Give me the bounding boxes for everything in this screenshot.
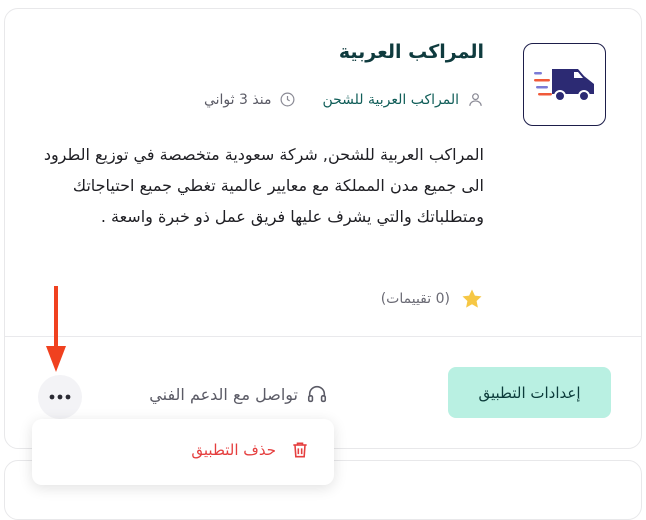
app-description: المراكب العربية للشحن, شركة سعودية متخصص… bbox=[43, 145, 484, 226]
clock-icon bbox=[279, 91, 296, 108]
support-label: تواصل مع الدعم الفني bbox=[149, 384, 298, 404]
app-rating: (0 تقييمات) bbox=[381, 287, 484, 311]
truck-logo-icon bbox=[533, 68, 594, 102]
headphones-icon bbox=[306, 383, 328, 405]
contact-support-link[interactable]: تواصل مع الدعم الفني bbox=[149, 383, 328, 405]
published-time: منذ 3 ثواني bbox=[203, 91, 272, 108]
divider bbox=[5, 336, 641, 337]
delete-app-menu-item[interactable]: حذف التطبيق bbox=[191, 439, 310, 461]
app-meta: المراكب العربية للشحن منذ 3 ثواني bbox=[204, 91, 484, 108]
more-options-menu: حذف التطبيق bbox=[32, 419, 334, 485]
more-options-button[interactable] bbox=[38, 375, 82, 419]
publisher-link[interactable]: المراكب العربية للشحن bbox=[322, 92, 459, 108]
delete-app-label: حذف التطبيق bbox=[191, 441, 276, 459]
app-settings-button[interactable]: إعدادات التطبيق bbox=[448, 367, 611, 418]
ratings-count: (0 تقييمات) bbox=[380, 291, 450, 307]
annotation-arrow bbox=[46, 286, 66, 372]
more-dots-icon bbox=[49, 394, 71, 400]
app-card: المراكب العربية المراكب العربية للشحن من… bbox=[4, 8, 642, 449]
user-icon bbox=[467, 91, 484, 108]
star-icon bbox=[460, 287, 484, 311]
app-logo bbox=[523, 43, 606, 126]
trash-icon bbox=[290, 439, 310, 461]
app-title: المراكب العربية bbox=[338, 41, 484, 63]
